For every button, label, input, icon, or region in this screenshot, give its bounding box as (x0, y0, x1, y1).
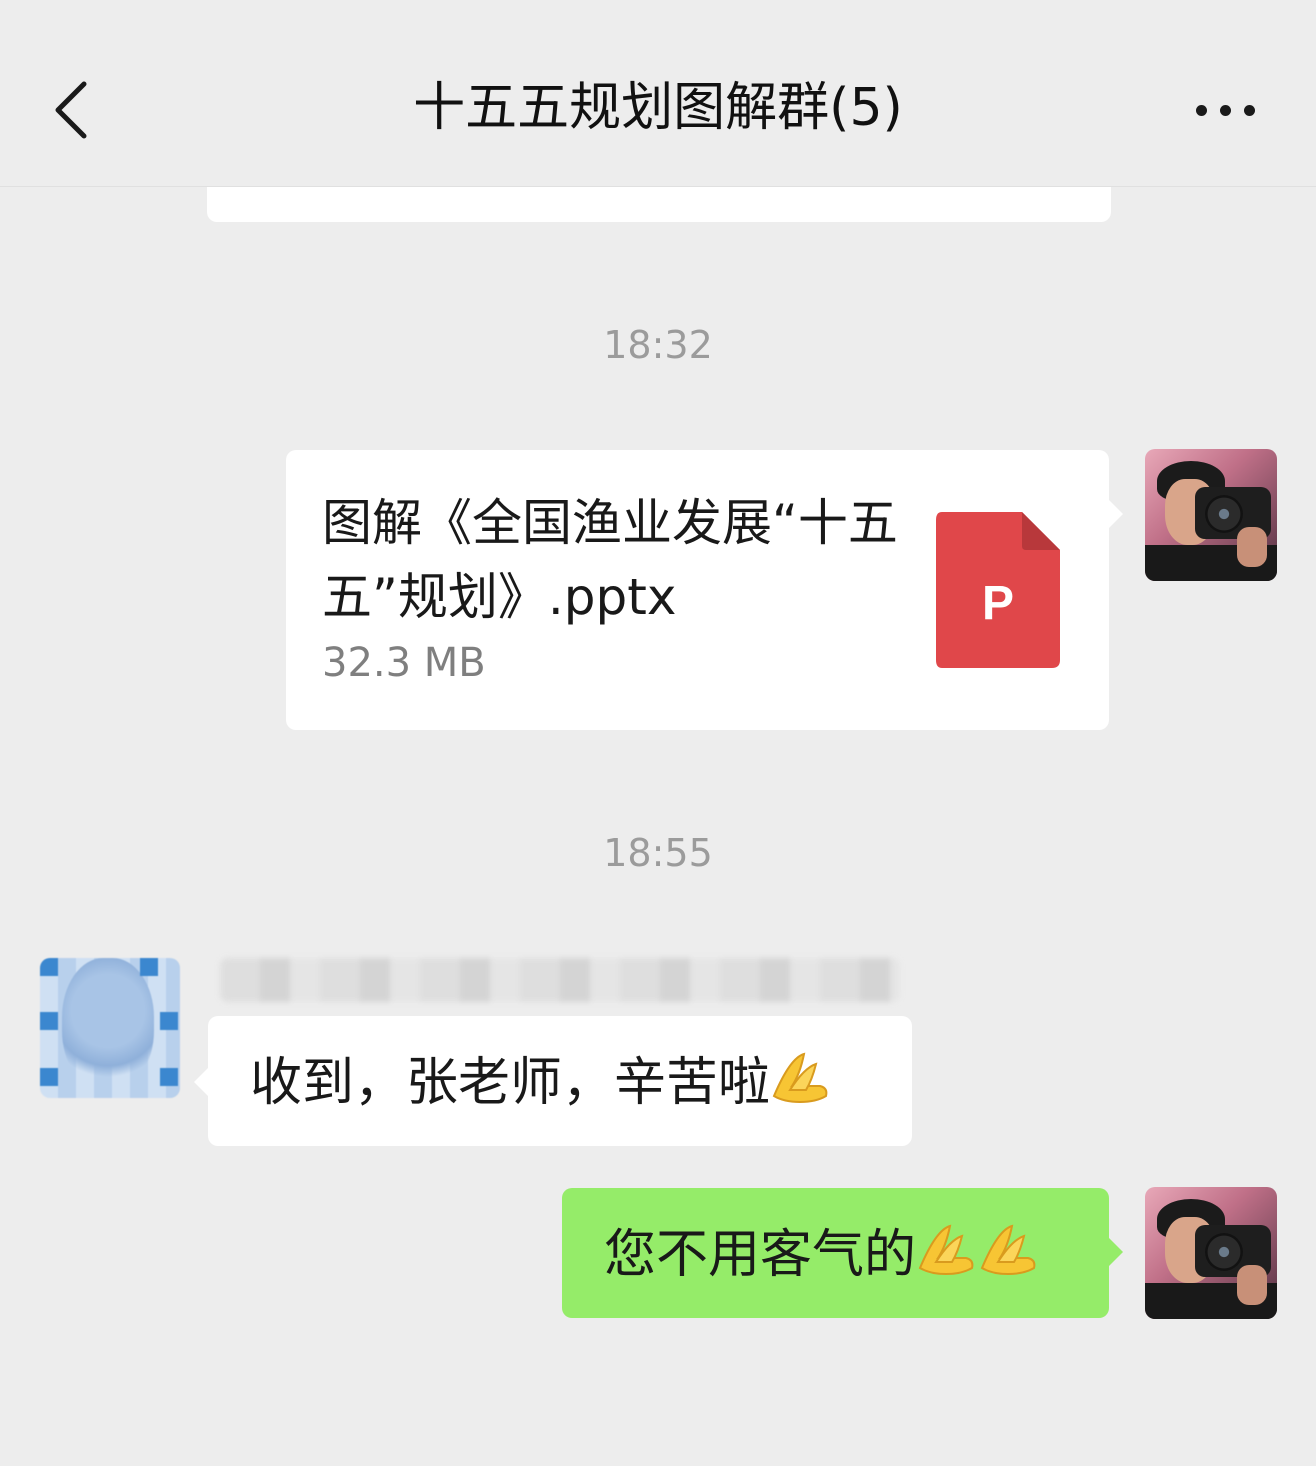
pray-hands-emoji (916, 1222, 978, 1278)
timestamp: 18:32 (603, 323, 713, 367)
pray-hands-emoji (978, 1222, 1040, 1278)
text-message-bubble[interactable]: 您不用客气的 (562, 1188, 1123, 1318)
message-text: 收到，张老师，辛苦啦 (250, 1050, 832, 1115)
sender-name (220, 958, 900, 1002)
file-name: 图解《全国渔业发展“十五五”规划》.pptx (322, 494, 898, 626)
timestamp: 18:55 (603, 831, 713, 875)
ellipsis-icon (1196, 105, 1207, 116)
chat-title: 十五五规划图解群(5) (413, 78, 903, 138)
text-message-bubble[interactable]: 收到，张老师，辛苦啦 (194, 1016, 912, 1146)
message-text: 您不用客气的 (604, 1222, 1040, 1287)
file-size: 32.3 MB (322, 640, 486, 686)
avatar[interactable] (40, 958, 180, 1098)
pptx-file-icon: P (934, 510, 1062, 670)
file-message-bubble[interactable]: 图解《全国渔业发展“十五五”规划》.pptx 32.3 MB P (286, 450, 1123, 730)
avatar[interactable] (1145, 449, 1277, 581)
chat-header: 十五五规划图解群(5) (0, 0, 1316, 187)
pray-hands-emoji (770, 1050, 832, 1106)
avatar[interactable] (1145, 1187, 1277, 1319)
file-badge: P (981, 577, 1014, 630)
more-button[interactable] (1180, 80, 1270, 140)
